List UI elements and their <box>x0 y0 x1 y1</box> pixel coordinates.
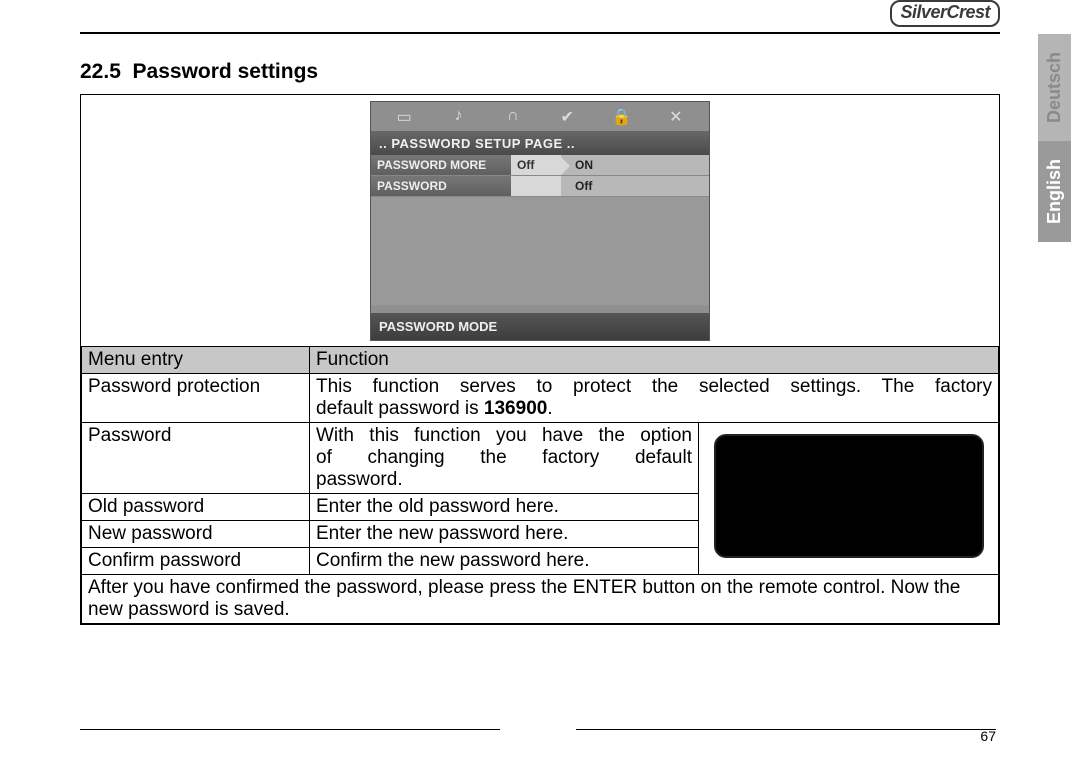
cell-function: With this function you have the optionof… <box>310 423 699 494</box>
monitor-icon: ▭ <box>392 107 416 127</box>
osd-screen: ▭ ♪ ∩ ✔ 🔒 ✕ .. PASSWORD SETUP PAGE .. PA… <box>370 101 710 341</box>
osd-body <box>371 197 709 305</box>
cell-function: Confirm the new password here. <box>310 548 699 575</box>
osd-row: PASSWORD MORE Off ON <box>371 155 709 176</box>
footer-rule-right <box>576 729 996 730</box>
table-header-right: Function <box>310 347 999 374</box>
osd-row-label: PASSWORD <box>371 176 511 196</box>
table-footer-row: After you have confirmed the password, p… <box>82 575 999 624</box>
table-footer-note: After you have confirmed the password, p… <box>82 575 999 624</box>
lang-tab-deutsch[interactable]: Deutsch <box>1038 34 1071 141</box>
brand-name: SilverCrest <box>900 2 990 22</box>
cell-menu-entry: Password <box>82 423 310 494</box>
cell-menu-entry: Old password <box>82 494 310 521</box>
cell-image <box>699 423 999 575</box>
table-header-row: Menu entry Function <box>82 347 999 374</box>
cell-menu-entry: Password protection <box>82 374 310 423</box>
osd-row-value: Off <box>511 155 561 175</box>
section-title-text: Password settings <box>133 60 319 83</box>
audio-icon: ♪ <box>446 107 470 127</box>
header-rule <box>80 32 1000 34</box>
footer-rule-left <box>80 729 500 730</box>
osd-title: .. PASSWORD SETUP PAGE .. <box>371 132 709 155</box>
language-tabs: Deutsch English <box>1038 34 1080 242</box>
cell-function: This function serves to protect the sele… <box>310 374 999 423</box>
brand-logo: SilverCrest <box>890 0 1000 27</box>
headphones-icon: ∩ <box>501 107 525 127</box>
table-row: Password protection This function serves… <box>82 374 999 423</box>
table-header-left: Menu entry <box>82 347 310 374</box>
settings-table: Menu entry Function Password protection … <box>81 346 999 624</box>
osd-icon-row: ▭ ♪ ∩ ✔ 🔒 ✕ <box>371 102 709 132</box>
page-number: 67 <box>980 728 996 744</box>
table-row: Password With this function you have the… <box>82 423 999 494</box>
osd-row-alt: Off <box>561 176 709 196</box>
cell-menu-entry: New password <box>82 521 310 548</box>
lang-tab-english[interactable]: English <box>1038 141 1071 242</box>
lock-icon: 🔒 <box>609 107 633 127</box>
cell-menu-entry: Confirm password <box>82 548 310 575</box>
osd-row: PASSWORD Off <box>371 176 709 197</box>
osd-row-value <box>511 176 561 196</box>
cell-function: Enter the new password here. <box>310 521 699 548</box>
osd-row-alt: ON <box>561 155 709 175</box>
embedded-screenshot: ▭ ♪ ∩ ✔ 🔒 ✕ .. PASSWORD SETUP PAGE .. PA… <box>81 95 999 346</box>
black-image-placeholder <box>714 434 984 558</box>
osd-row-label: PASSWORD MORE <box>371 155 511 175</box>
section-number: 22.5 <box>80 60 121 83</box>
osd-footer: PASSWORD MODE <box>371 313 709 340</box>
content-box: ▭ ♪ ∩ ✔ 🔒 ✕ .. PASSWORD SETUP PAGE .. PA… <box>80 94 1000 625</box>
section-heading: 22.5 Password settings <box>80 60 1000 84</box>
cell-function: Enter the old password here. <box>310 494 699 521</box>
check-icon: ✔ <box>555 107 579 127</box>
close-icon: ✕ <box>664 107 688 127</box>
